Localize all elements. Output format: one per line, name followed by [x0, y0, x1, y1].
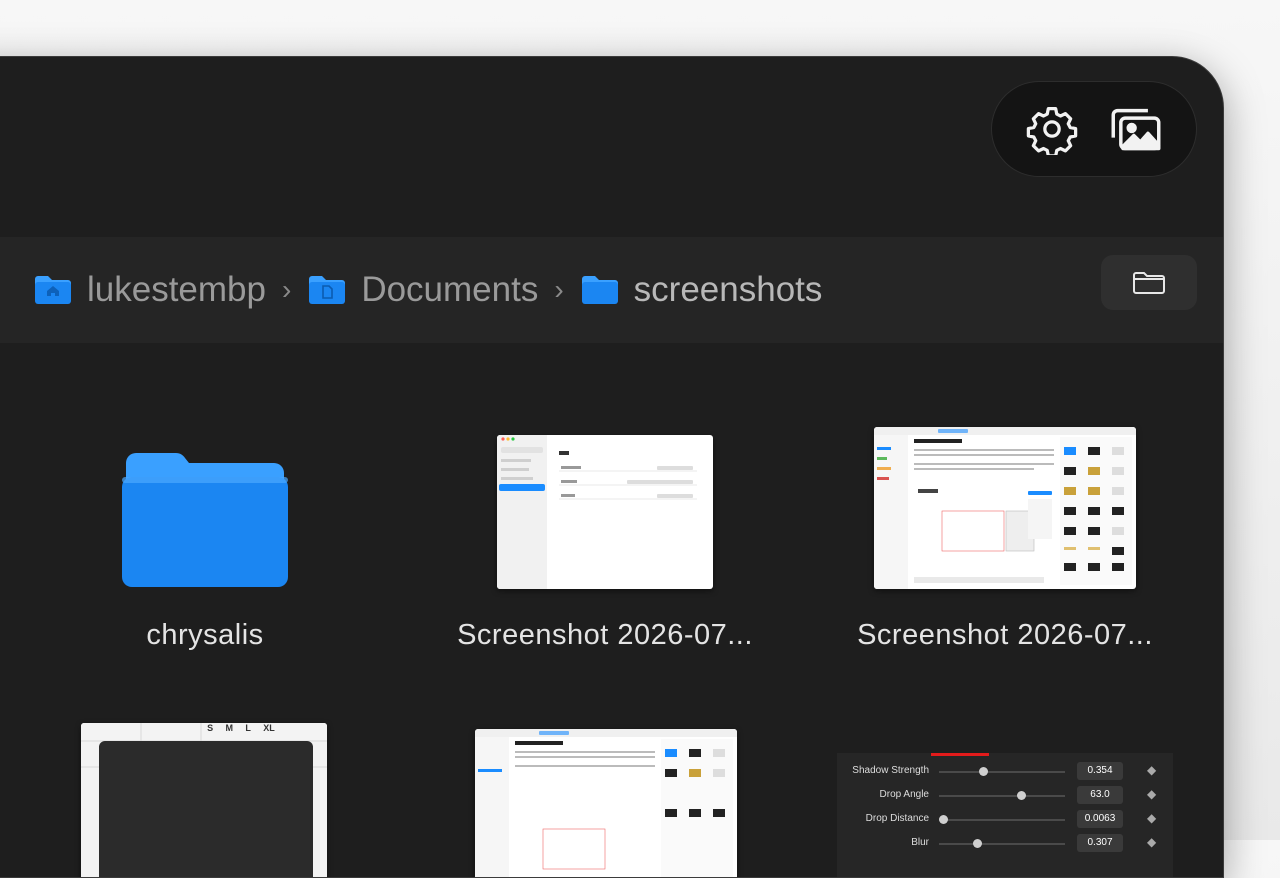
path-bar: lukestembp › Documents › screenshots — [0, 237, 1223, 343]
breadcrumb: lukestembp › Documents › screenshots — [33, 237, 822, 343]
slider-track — [939, 819, 1065, 821]
photo-gallery-icon — [1111, 108, 1161, 151]
slider-track — [939, 843, 1065, 845]
slider-knob — [972, 839, 982, 848]
breadcrumb-label: lukestembp — [87, 270, 266, 309]
size-option: M — [225, 723, 234, 733]
image-thumbnail — [475, 729, 737, 877]
grid-item-image[interactable] — [475, 729, 737, 877]
gear-icon — [1026, 107, 1078, 155]
slider-label: Drop Distance — [865, 813, 929, 824]
grid-item-image[interactable]: Screenshot 2026-07... — [825, 409, 1185, 652]
slider-value: 0.0063 — [1077, 810, 1123, 828]
home-folder-icon — [35, 276, 71, 304]
documents-folder-icon — [309, 276, 346, 304]
image-thumbnail: Shadow Strength 0.354 ◆ Drop Angle 63.0 … — [837, 753, 1173, 877]
item-name: Screenshot 2026-07... — [857, 619, 1153, 651]
size-selector: S M L XL — [201, 723, 281, 737]
open-folder-button[interactable] — [1101, 255, 1197, 310]
add-keyframe-icon: ◆ — [1147, 811, 1157, 825]
toolbar — [991, 81, 1197, 177]
grid-item-image[interactable]: S M L XL — [65, 723, 327, 877]
slider-knob — [1016, 791, 1026, 800]
breadcrumb-separator: › — [554, 274, 564, 305]
breadcrumb-item-documents[interactable]: Documents — [307, 270, 538, 310]
add-keyframe-icon: ◆ — [1147, 787, 1157, 801]
slider-knob — [979, 767, 989, 776]
slider-label: Drop Angle — [879, 789, 929, 800]
folder-outline-icon — [1133, 271, 1165, 294]
add-keyframe-icon: ◆ — [1147, 763, 1157, 777]
image-thumbnail — [874, 427, 1136, 589]
item-name: Screenshot 2026-07... — [457, 619, 753, 651]
grid-item-image[interactable]: Screenshot 2026-07... — [425, 409, 785, 652]
slider-label: Blur — [911, 837, 929, 848]
grid-item-folder[interactable]: chrysalis — [25, 409, 385, 652]
slider-value: 0.307 — [1077, 834, 1123, 852]
image-thumbnail — [497, 435, 713, 589]
settings-button[interactable] — [1020, 97, 1084, 161]
slider-track — [939, 795, 1065, 797]
slider-row: Blur 0.307 ◆ — [837, 833, 1173, 855]
file-browser-window: lukestembp › Documents › screenshots chr… — [0, 56, 1224, 878]
breadcrumb-label: Documents — [361, 270, 539, 309]
breadcrumb-separator: › — [281, 274, 292, 305]
folder-icon — [122, 453, 288, 587]
grid-item-image[interactable]: Shadow Strength 0.354 ◆ Drop Angle 63.0 … — [837, 753, 1173, 877]
image-thumbnail: S M L XL — [81, 723, 327, 877]
slider-row: Drop Distance 0.0063 ◆ — [837, 809, 1173, 831]
slider-knob — [938, 815, 948, 824]
size-option: XL — [263, 723, 275, 733]
slider-row: Drop Angle 63.0 ◆ — [837, 785, 1173, 807]
file-grid: chrysalis Screenshot 2026-07... Screensh… — [0, 343, 1223, 877]
slider-label: Shadow Strength — [852, 765, 929, 776]
add-keyframe-icon: ◆ — [1147, 835, 1157, 849]
slider-row: Shadow Strength 0.354 ◆ — [837, 761, 1173, 783]
breadcrumb-item-screenshots[interactable]: screenshots — [580, 270, 823, 310]
breadcrumb-label: screenshots — [633, 270, 823, 309]
size-option: L — [245, 723, 251, 733]
folder-icon — [581, 276, 618, 304]
breadcrumb-item-home[interactable]: lukestembp — [33, 270, 266, 310]
gallery-button[interactable] — [1104, 97, 1168, 161]
item-name: chrysalis — [146, 619, 264, 651]
slider-track — [939, 771, 1065, 773]
slider-value: 63.0 — [1077, 786, 1123, 804]
slider-value: 0.354 — [1077, 762, 1123, 780]
size-option: S — [207, 723, 214, 733]
